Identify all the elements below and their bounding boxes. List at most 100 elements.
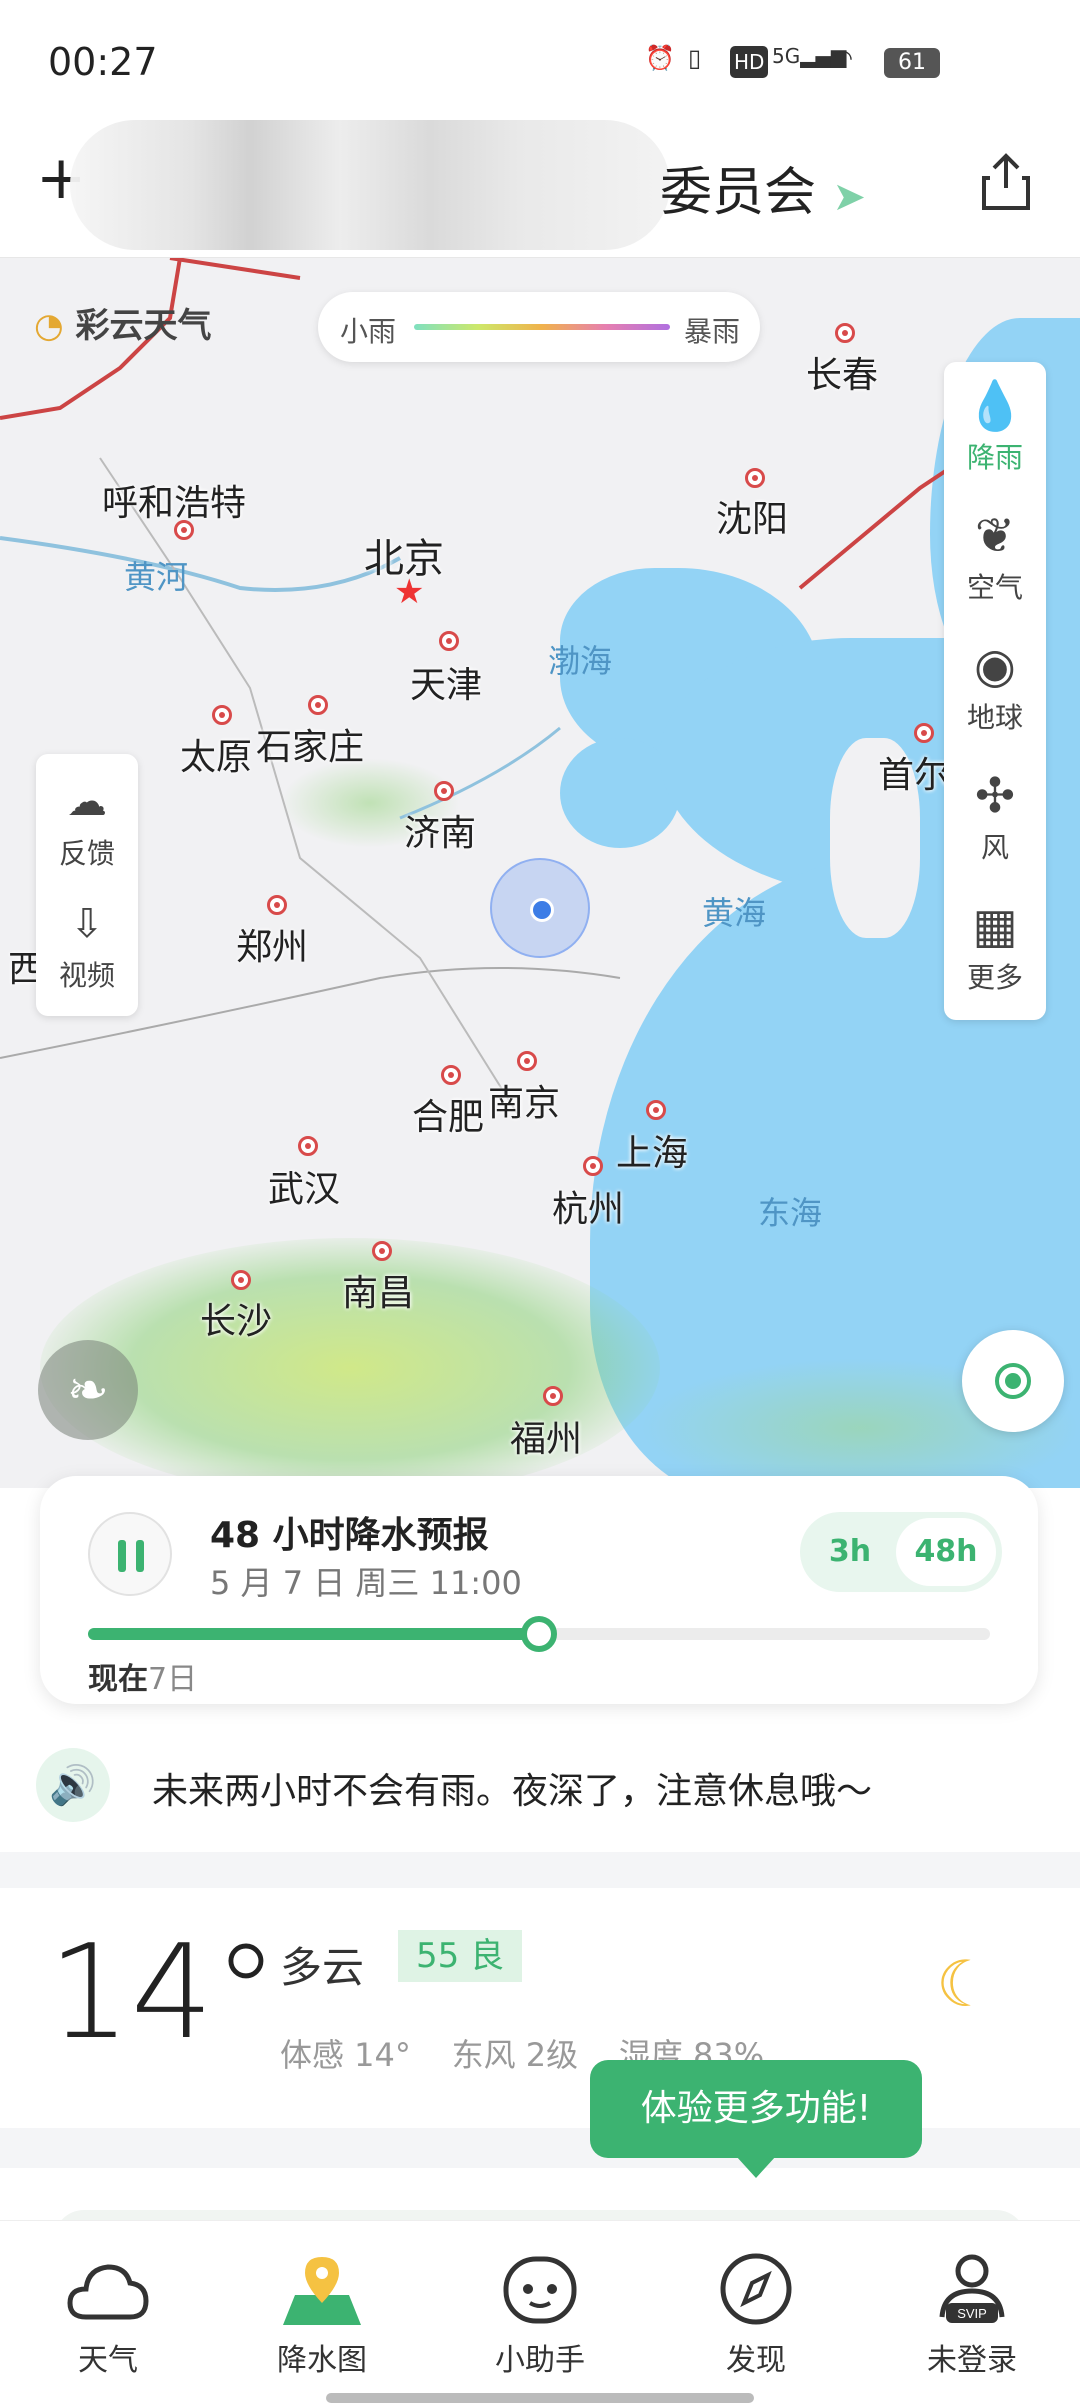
timeline-track[interactable]	[88, 1616, 990, 1652]
layer-rain[interactable]: 💧 降雨	[944, 376, 1046, 476]
layer-air[interactable]: ❦ 空气	[944, 506, 1046, 606]
tool-panel: ☁ 反馈 ⇩ 视频	[36, 754, 138, 1016]
download-cloud-icon: ⇩	[70, 901, 104, 947]
range-toggle: 3h 48h	[800, 1512, 1002, 1592]
forecast-title: 48 小时降水预报	[210, 1515, 489, 1556]
sea-label: 渤海	[548, 642, 613, 680]
nav-account[interactable]: SVIP 未登录	[892, 2251, 1052, 2379]
vibrate-icon: ▯	[688, 44, 702, 72]
legend-max: 暴雨	[684, 315, 741, 348]
segment-3h[interactable]: 3h	[800, 1512, 900, 1592]
location-title[interactable]: 委员会 ➤	[660, 150, 866, 225]
feedback-icon: ☁	[67, 779, 107, 825]
redacted-location	[70, 120, 670, 250]
layer-globe[interactable]: ◉ 地球	[944, 636, 1046, 736]
city-label: 南京	[488, 1083, 561, 1124]
condition-text: 多云	[280, 1943, 365, 1992]
city-marker	[543, 1386, 563, 1406]
locate-icon	[995, 1363, 1031, 1399]
nav-discover[interactable]: 发现	[676, 2251, 836, 2379]
app-logo: ◔ 彩云天气	[34, 306, 212, 346]
leaf-button[interactable]: ❧	[38, 1340, 138, 1440]
speaker-icon[interactable]: 🔊	[36, 1748, 110, 1822]
hd-icon: HD	[730, 46, 769, 78]
city-marker	[212, 705, 232, 725]
city-marker	[441, 1065, 461, 1085]
city-marker	[646, 1100, 666, 1120]
current-location-dot	[530, 898, 554, 922]
timeline-handle[interactable]	[521, 1616, 557, 1652]
location-header: + 委员会 ➤	[0, 120, 1080, 258]
city-label: 济南	[404, 813, 477, 854]
tip-text: 未来两小时不会有雨。夜深了，注意休息哦～	[152, 1771, 873, 1812]
status-bar: 00:27 ⏰ ▯ HD 5G▂▄▆ ◠ 61	[0, 0, 1080, 120]
locate-button[interactable]	[962, 1330, 1064, 1432]
layer-more[interactable]: ▦ 更多	[944, 896, 1046, 996]
city-marker	[835, 323, 855, 343]
city-label: 合肥	[412, 1097, 485, 1138]
feature-tooltip[interactable]: 体验更多功能!	[590, 2060, 922, 2158]
current-temp: 14°	[48, 1916, 279, 2068]
feels-like: 体感 14°	[280, 2036, 411, 2074]
rain-map[interactable]: ◔ 彩云天气 小雨 暴雨 ★ 长春 呼和浩特 沈阳 北京 天津 太原 石家庄 济…	[0, 258, 1080, 1488]
home-indicator[interactable]	[326, 2393, 754, 2403]
battery-icon: 61	[884, 48, 940, 78]
city-label: 福州	[510, 1419, 583, 1460]
city-marker	[439, 631, 459, 651]
legend-min: 小雨	[340, 315, 397, 348]
city-label: 长春	[806, 355, 879, 396]
cloud-icon	[67, 2264, 149, 2320]
city-label: 南昌	[342, 1273, 415, 1314]
segment-48h[interactable]: 48h	[896, 1518, 996, 1586]
rain-tip: 🔊 未来两小时不会有雨。夜深了，注意休息哦～	[0, 1732, 1080, 1852]
rain-legend: 小雨 暴雨	[318, 292, 760, 362]
nav-assistant[interactable]: 小助手	[460, 2251, 620, 2379]
city-label: 北京	[364, 536, 444, 582]
river-label: 黄河	[124, 558, 189, 596]
city-label: 天津	[410, 665, 483, 706]
city-marker	[434, 781, 454, 801]
bottom-nav: 天气 降水图 小助手 发现 SVIP 未登录	[0, 2220, 1080, 2408]
tooltip-arrow	[736, 2156, 776, 2178]
city-label: 上海	[616, 1133, 689, 1174]
status-time: 00:27	[48, 40, 158, 84]
city-label: 石家庄	[256, 727, 365, 768]
raindrop-icon: 💧	[965, 378, 1025, 434]
aqi-badge[interactable]: 55 良	[398, 1930, 523, 1982]
timeline-labels: 现在7日	[88, 1654, 197, 1698]
video-button[interactable]: ⇩ 视频	[36, 894, 138, 994]
feedback-button[interactable]: ☁ 反馈	[36, 772, 138, 872]
leaf-icon: ❦	[974, 508, 1016, 564]
grid-icon: ▦	[972, 898, 1018, 954]
location-arrow-icon: ➤	[832, 174, 867, 220]
pause-button[interactable]	[88, 1512, 172, 1596]
share-icon[interactable]	[980, 152, 1032, 212]
sea-label: 黄海	[702, 894, 767, 932]
now-label: 现在	[88, 1662, 148, 1697]
precip-forecast-card: 48 小时降水预报 5 月 7 日 周三 11:00 3h 48h 现在7日	[40, 1476, 1038, 1704]
layer-wind[interactable]: ✣ 风	[944, 766, 1046, 866]
city-marker	[308, 695, 328, 715]
forecast-datetime: 5 月 7 日 周三 11:00	[210, 1564, 522, 1602]
timeline-fill	[88, 1628, 539, 1640]
nav-weather[interactable]: 天气	[28, 2251, 188, 2379]
city-marker	[517, 1051, 537, 1071]
day-label: 7日	[148, 1662, 198, 1697]
city-marker	[372, 1241, 392, 1261]
compass-icon	[720, 2253, 792, 2325]
legend-gradient	[414, 324, 670, 330]
city-marker	[583, 1156, 603, 1176]
svg-text:SVIP: SVIP	[957, 2306, 987, 2321]
nav-precip-map[interactable]: 降水图	[242, 2251, 402, 2379]
city-label: 武汉	[268, 1169, 341, 1210]
city-label: 沈阳	[716, 499, 789, 540]
globe-icon: ◉	[974, 638, 1016, 694]
pinwheel-icon: ✣	[974, 768, 1016, 824]
city-label: 郑州	[236, 927, 309, 968]
leaf-icon: ❧	[67, 1361, 109, 1419]
wifi-icon: ◠	[832, 44, 853, 72]
map-pin-icon	[283, 2257, 361, 2325]
svip-user-icon: SVIP	[939, 2254, 1005, 2323]
city-label: 杭州	[552, 1189, 625, 1230]
city-label: 首尔	[878, 755, 951, 796]
